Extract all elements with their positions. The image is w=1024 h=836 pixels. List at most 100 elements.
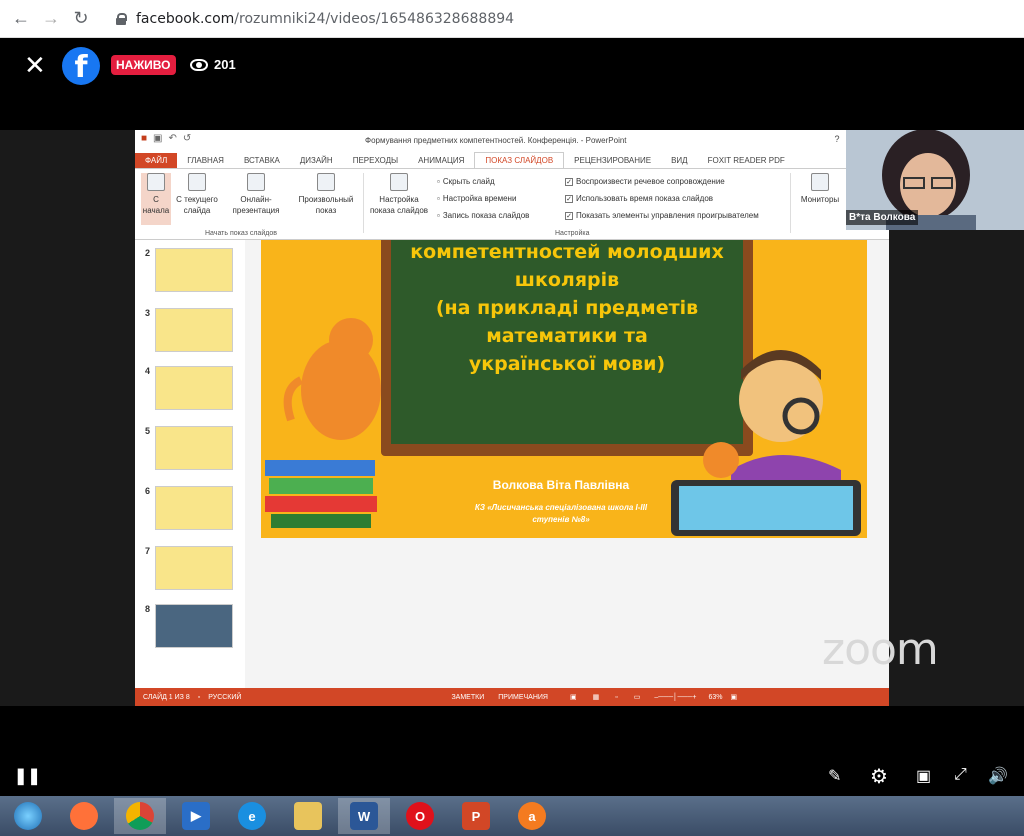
start-button[interactable] bbox=[2, 798, 54, 834]
notes-button[interactable]: ЗАМЕТКИ bbox=[451, 694, 484, 701]
thumb-number: 5 bbox=[145, 426, 151, 436]
setup-show-button[interactable]: Настройка показа слайдов bbox=[367, 173, 431, 216]
checkbox-icon: ✓ bbox=[565, 211, 573, 220]
close-icon[interactable]: ✕ bbox=[24, 52, 46, 78]
monitors-button[interactable]: Мониторы bbox=[795, 173, 845, 205]
help-icon[interactable]: ? bbox=[834, 134, 839, 145]
pip-icon[interactable]: ▣ bbox=[916, 766, 931, 786]
firefox-icon bbox=[70, 802, 98, 830]
browser-toolbar: ← → ↻ facebook.com/rozumniki24/videos/16… bbox=[0, 0, 1024, 38]
chrome-icon bbox=[126, 802, 154, 830]
tab-design[interactable]: ДИЗАЙН bbox=[290, 153, 343, 168]
taskbar-firefox[interactable] bbox=[58, 798, 110, 834]
school-name: КЗ «Лисичанська спеціалізована школа І-І… bbox=[411, 502, 711, 526]
settings-gear-icon[interactable]: ⚙ bbox=[870, 764, 888, 789]
zoom-slider[interactable]: –───│───+ bbox=[654, 694, 696, 701]
from-current-label: С текущего слайда bbox=[176, 195, 218, 215]
custom-show-button[interactable]: Произвольный показ bbox=[291, 173, 361, 216]
custom-show-label: Произвольный показ bbox=[298, 195, 354, 215]
spellcheck-icon[interactable]: ▫ bbox=[198, 694, 200, 701]
live-badge: НАЖИВО bbox=[111, 55, 176, 75]
facebook-logo-icon[interactable]: f bbox=[62, 47, 100, 85]
tab-slideshow[interactable]: ПОКАЗ СЛАЙДОВ bbox=[474, 152, 565, 168]
volume-icon[interactable]: 🔊 bbox=[988, 766, 1008, 786]
taskbar-avast[interactable]: a bbox=[506, 798, 558, 834]
tab-review[interactable]: РЕЦЕНЗИРОВАНИЕ bbox=[564, 153, 661, 168]
timings-checkbox[interactable]: ✓ Использовать время показа слайдов bbox=[565, 194, 713, 203]
avast-icon: a bbox=[518, 802, 546, 830]
undo-icon[interactable]: ↶ bbox=[169, 133, 177, 144]
rehearse-button[interactable]: ▫ Настройка времени bbox=[437, 194, 516, 203]
slideshow-view-icon[interactable]: ▭ bbox=[634, 693, 641, 701]
media-player-icon: ▶ bbox=[182, 802, 210, 830]
checkbox-icon: ✓ bbox=[565, 177, 573, 186]
opera-icon: O bbox=[406, 802, 434, 830]
comments-button[interactable]: ПРИМЕЧАНИЯ bbox=[498, 694, 548, 701]
tab-foxit[interactable]: FOXIT READER PDF bbox=[698, 153, 795, 168]
word-icon: W bbox=[350, 802, 378, 830]
taskbar-chrome[interactable] bbox=[114, 798, 166, 834]
monitors-label: Мониторы bbox=[800, 195, 840, 204]
ppt-app-icon: ■ bbox=[141, 133, 148, 144]
record-button[interactable]: ▫ Запись показа слайдов bbox=[437, 211, 529, 220]
redo-icon[interactable]: ↺ bbox=[183, 133, 191, 144]
ribbon: С начала С текущего слайда Онлайн-презен… bbox=[135, 168, 889, 240]
taskbar-powerpoint[interactable]: P bbox=[450, 798, 502, 834]
tab-transitions[interactable]: ПЕРЕХОДЫ bbox=[343, 153, 408, 168]
from-current-button[interactable]: С текущего слайда bbox=[175, 173, 219, 216]
reload-icon[interactable]: ↻ bbox=[66, 4, 96, 34]
thumb-image bbox=[155, 366, 233, 410]
from-start-button[interactable]: С начала bbox=[141, 173, 171, 225]
address-bar[interactable]: facebook.com/rozumniki24/videos/16548632… bbox=[106, 4, 524, 34]
thumb-image bbox=[155, 308, 233, 352]
reading-view-icon[interactable]: ▫ bbox=[615, 694, 617, 701]
fit-slide-icon[interactable]: ▣ bbox=[730, 693, 737, 701]
school-line2: ступенів №8» bbox=[532, 515, 590, 524]
author-name: Волкова Віта Павлівна bbox=[492, 478, 630, 492]
language-label[interactable]: РУССКИЙ bbox=[208, 694, 241, 701]
thumb-number: 2 bbox=[145, 248, 151, 258]
tab-home[interactable]: ГЛАВНАЯ bbox=[177, 153, 234, 168]
player-controls: ❚❚ ✎ ⚙ ▣ ⤢ 🔊 bbox=[0, 760, 1024, 794]
tab-insert[interactable]: ВСТАВКА bbox=[234, 153, 290, 168]
back-icon[interactable]: ← bbox=[6, 4, 36, 34]
tab-animation[interactable]: АНИМАЦИЯ bbox=[408, 153, 474, 168]
eye-icon bbox=[190, 58, 208, 71]
taskbar-word[interactable]: W bbox=[338, 798, 390, 834]
record-icon: ▫ bbox=[437, 211, 440, 220]
hide-slide-button[interactable]: ▫ Скрыть слайд bbox=[437, 177, 495, 186]
hide-slide-label: Скрыть слайд bbox=[442, 177, 495, 186]
narration-checkbox[interactable]: ✓ Воспроизвести речевое сопровождение bbox=[565, 177, 725, 186]
thumb-image bbox=[155, 486, 233, 530]
forward-icon[interactable]: → bbox=[36, 4, 66, 34]
slide-title-line2: школярів bbox=[514, 269, 620, 291]
slide-title-line3: (на прикладі предметів bbox=[435, 297, 699, 319]
zoom-level[interactable]: 63% bbox=[708, 694, 722, 701]
sorter-view-icon[interactable]: ▦ bbox=[593, 693, 600, 701]
tab-file[interactable]: ФАЙЛ bbox=[135, 153, 178, 168]
pause-icon[interactable]: ❚❚ bbox=[14, 766, 41, 786]
controls-checkbox[interactable]: ✓ Показать элементы управления проигрыват… bbox=[565, 211, 759, 220]
thumb-number: 7 bbox=[145, 546, 151, 556]
books-illustration bbox=[265, 460, 377, 528]
taskbar-media-player[interactable]: ▶ bbox=[170, 798, 222, 834]
save-icon[interactable]: ▣ bbox=[153, 133, 162, 144]
document-title: Формування предметних компетентностей. К… bbox=[365, 136, 627, 145]
current-slide[interactable]: компетентностей молодших школярів (на пр… bbox=[261, 240, 867, 538]
captions-icon[interactable]: ✎ bbox=[828, 766, 841, 786]
clock-icon: ▫ bbox=[437, 194, 440, 203]
normal-view-icon[interactable]: ▣ bbox=[570, 693, 577, 701]
video-player[interactable]: ■ ▣ ↶ ↺ Формування предметних компетентн… bbox=[0, 130, 1024, 706]
taskbar-opera[interactable]: O bbox=[394, 798, 446, 834]
taskbar-explorer[interactable] bbox=[282, 798, 334, 834]
thumb-number: 4 bbox=[145, 366, 151, 376]
thumb-number: 6 bbox=[145, 486, 151, 496]
checkbox-icon: ✓ bbox=[565, 194, 573, 203]
ribbon-separator bbox=[363, 173, 364, 233]
record-label: Запись показа слайдов bbox=[442, 211, 530, 220]
tab-view[interactable]: ВИД bbox=[661, 153, 698, 168]
online-presentation-button[interactable]: Онлайн-презентация bbox=[225, 173, 287, 216]
taskbar-ie[interactable]: e bbox=[226, 798, 278, 834]
windows-start-icon bbox=[14, 802, 42, 830]
fullscreen-icon[interactable]: ⤢ bbox=[954, 766, 967, 784]
